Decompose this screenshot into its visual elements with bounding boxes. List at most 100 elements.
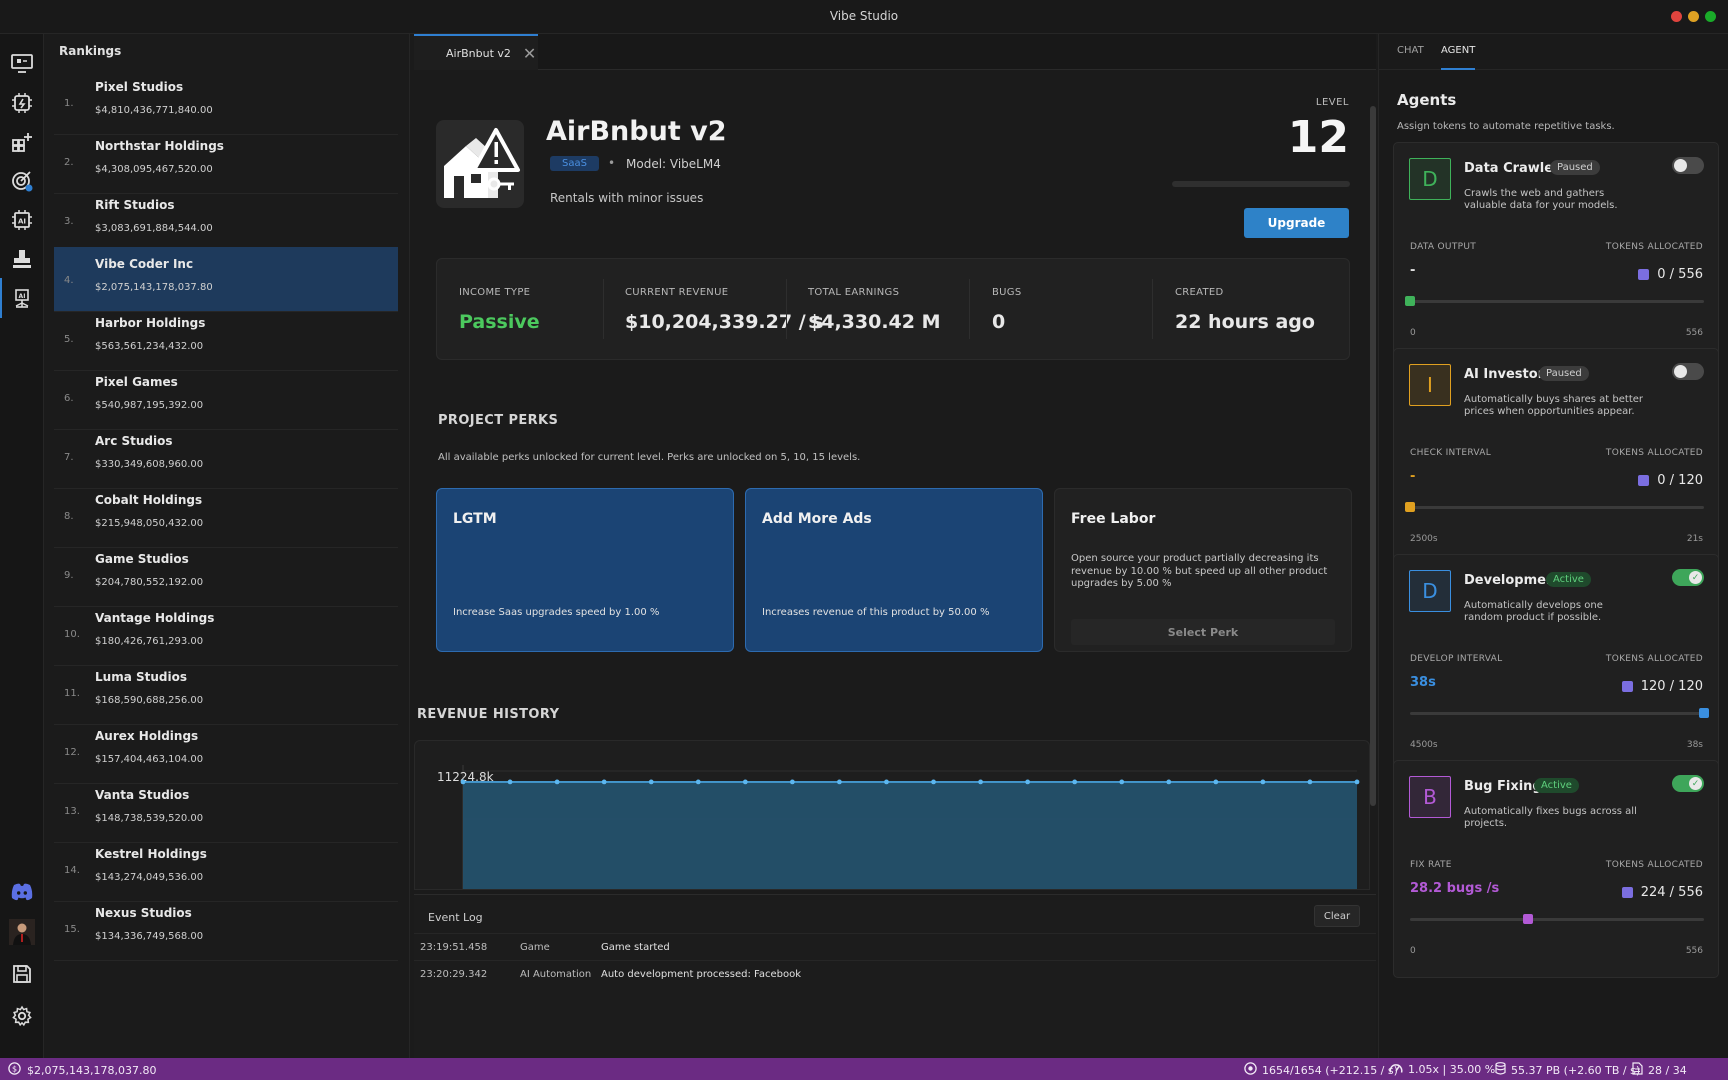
avatar[interactable] [8, 918, 36, 946]
token-slider[interactable] [1405, 502, 1704, 512]
agent-toggle[interactable]: ✓ [1672, 775, 1704, 792]
svg-text:AI: AI [18, 218, 26, 226]
slider-handle[interactable] [1405, 296, 1415, 306]
chart-point [931, 779, 936, 785]
maximize-window-button[interactable] [1705, 11, 1716, 22]
tab-chat[interactable]: CHAT [1397, 45, 1424, 56]
ranking-item[interactable]: 8. Cobalt Holdings $215,948,050,432.00 [54, 483, 398, 548]
ranking-item[interactable]: 6. Pixel Games $540,987,195,392.00 [54, 365, 398, 430]
product-name: AirBnbut v2 [546, 116, 727, 147]
status-speed: 1.05x | 35.00 % [1389, 1062, 1495, 1077]
close-tab-icon[interactable]: ✕ [523, 44, 536, 63]
event-log: Event Log Clear 23:19:51.458 Game Game s… [414, 894, 1376, 1058]
save-icon[interactable] [8, 960, 36, 988]
token-slider[interactable] [1410, 914, 1704, 924]
chart-point [507, 779, 513, 785]
active-tab-indicator [1441, 68, 1475, 70]
event-log-title: Event Log [428, 911, 483, 924]
ranking-name: Pixel Games [95, 375, 178, 389]
gear-icon[interactable] [8, 1002, 36, 1030]
perks-title: PROJECT PERKS [438, 413, 559, 428]
ai-chip-icon[interactable]: AI [8, 206, 36, 234]
slider-handle[interactable] [1523, 914, 1534, 924]
ranking-item[interactable]: 9. Game Studios $204,780,552,192.00 [54, 542, 398, 607]
agent-name: AI Investor [1464, 367, 1545, 382]
ranking-item[interactable]: 11. Luma Studios $168,590,688,256.00 [54, 660, 398, 725]
slider-handle[interactable] [1405, 502, 1415, 512]
slider-max-label: 21s [1686, 534, 1703, 544]
chip-icon[interactable] [8, 89, 36, 117]
ranking-item[interactable]: 1. Pixel Studios $4,810,436,771,840.00 [54, 70, 398, 135]
title-bar: Vibe Studio [0, 0, 1728, 34]
add-widget-icon[interactable] [8, 128, 36, 156]
status-money: $ $2,075,143,178,037.80 [8, 1062, 156, 1078]
minimize-window-button[interactable] [1688, 11, 1699, 22]
speed-value: 1.05x | 35.00 % [1408, 1063, 1496, 1076]
ai-tree-icon[interactable]: AI [0, 278, 36, 318]
tab-agent[interactable]: AGENT [1441, 45, 1475, 56]
stat-label: INCOME TYPE [459, 287, 531, 298]
slider-max-label: 38s [1686, 740, 1703, 750]
chart-point [1260, 779, 1266, 785]
token-slider[interactable] [1410, 708, 1709, 718]
ranking-item[interactable]: 14. Kestrel Holdings $143,274,049,536.00 [54, 837, 398, 902]
close-window-button[interactable] [1671, 11, 1682, 22]
perk-card-lgtm[interactable]: LGTM Increase Saas upgrades speed by 1.0… [436, 488, 734, 652]
ranking-item[interactable]: 13. Vanta Studios $148,738,539,520.00 [54, 778, 398, 843]
ranking-name: Pixel Studios [95, 80, 184, 94]
agent-avatar: B [1409, 776, 1451, 818]
ranking-item[interactable]: 2. Northstar Holdings $4,308,095,467,520.0… [54, 129, 398, 194]
upgrade-button[interactable]: Upgrade [1244, 208, 1349, 238]
chart-point [742, 779, 748, 785]
ranking-name: Kestrel Holdings [95, 847, 207, 861]
agent-toggle[interactable] [1672, 363, 1704, 380]
target-icon[interactable] [8, 167, 36, 195]
perk-description: Increase Saas upgrades speed by 1.00 % [453, 606, 660, 618]
main-scrollbar[interactable] [1370, 70, 1376, 810]
main-scrollbar-thumb[interactable] [1370, 106, 1376, 806]
level-progress-bar [1172, 181, 1350, 187]
agent-toggle[interactable]: ✓ [1672, 569, 1704, 586]
monitor-icon[interactable] [8, 50, 36, 78]
product-logo [436, 120, 524, 208]
ranking-item[interactable]: 12. Aurex Holdings $157,404,463,104.00 [54, 719, 398, 784]
agents-title: Agents [1397, 91, 1457, 109]
storage-value: 55.37 PB (+2.60 TB / s) [1511, 1063, 1641, 1077]
ranking-number: 11. [64, 688, 80, 699]
ranking-name: Nexus Studios [95, 906, 192, 920]
discord-icon[interactable] [8, 878, 36, 906]
toggle-knob [1674, 365, 1687, 378]
ranking-name: Harbor Holdings [95, 316, 206, 330]
chart-point [695, 779, 701, 785]
ranking-value: $148,738,539,520.00 [95, 813, 204, 824]
clear-log-button[interactable]: Clear [1314, 905, 1360, 927]
ranking-name: Arc Studios [95, 434, 173, 448]
agent-description: Crawls the web and gathers valuable data… [1464, 188, 1618, 211]
stamp-icon[interactable] [8, 245, 36, 273]
chart-point [1213, 779, 1219, 785]
agent-description: Automatically develops one random produc… [1464, 600, 1603, 623]
perk-description: Open source your product partially decre… [1071, 553, 1328, 589]
ranking-value: $4,308,095,467,520.00 [95, 164, 213, 175]
ranking-item[interactable]: 7. Arc Studios $330,349,608,960.00 [54, 424, 398, 489]
tab-airbnbut[interactable]: AirBnbut v2 ✕ [414, 34, 538, 70]
ranking-value: $540,987,195,392.00 [95, 400, 204, 411]
agent-toggle[interactable] [1672, 157, 1704, 174]
token-slider[interactable] [1405, 296, 1704, 306]
chart-point [837, 779, 842, 785]
ranking-item[interactable]: 5. Harbor Holdings $563,561,234,432.00 [54, 306, 398, 371]
ranking-item[interactable]: 4. Vibe Coder Inc $2,075,143,178,037.80 [54, 247, 398, 312]
rankings-title: Rankings [59, 44, 122, 58]
select-perk-button[interactable]: Select Perk [1071, 619, 1335, 645]
ranking-item[interactable]: 15. Nexus Studios $134,336,749,568.00 [54, 896, 398, 961]
log-row: 23:19:51.458 Game Game started [414, 933, 1376, 960]
coin-icon: $ [8, 1062, 21, 1078]
ranking-item[interactable]: 10. Vantage Holdings $180,426,761,293.00 [54, 601, 398, 666]
stat-label: TOTAL EARNINGS [808, 287, 900, 298]
slider-handle[interactable] [1699, 708, 1709, 718]
agent-metric-value: - [1410, 263, 1416, 278]
status-count: 28 / 34 [1632, 1062, 1687, 1078]
perk-card-add-more-ads[interactable]: Add More Ads Increases revenue of this p… [745, 488, 1043, 652]
ranking-value: $204,780,552,192.00 [95, 577, 204, 588]
ranking-item[interactable]: 3. Rift Studios $3,083,691,884,544.00 [54, 188, 398, 253]
